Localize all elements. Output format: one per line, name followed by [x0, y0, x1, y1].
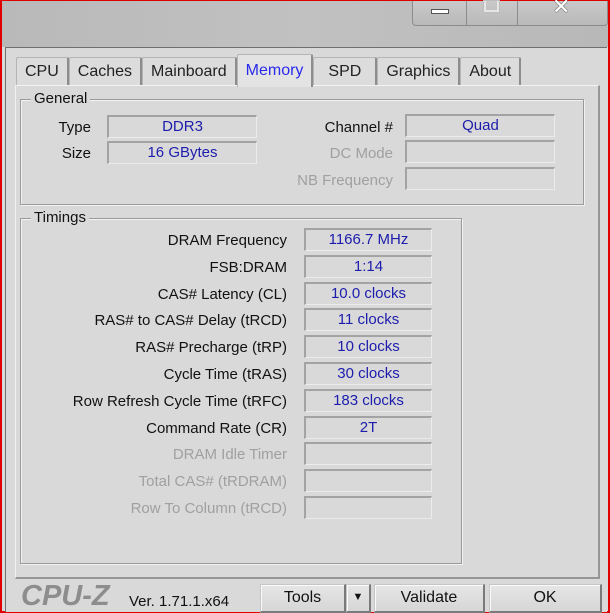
type-value: DDR3: [107, 115, 257, 138]
timing-value: 183 clocks: [304, 388, 432, 412]
cpuz-window: ✕ CPU Caches Mainboard Memory SPD Graphi…: [0, 0, 610, 613]
version-label: Ver. 1.71.1.x64: [129, 593, 230, 610]
tab-spd[interactable]: SPD: [313, 57, 378, 87]
timing-label: DRAM Idle Timer: [172, 446, 287, 464]
tab-cpu[interactable]: CPU: [16, 57, 69, 87]
timings-group: Timings DRAM Frequency 1166.7 MHz FSB:DRAM…: [20, 209, 462, 564]
channel-label: Channel #: [324, 119, 393, 136]
size-label: Size: [61, 145, 91, 162]
caption-buttons: ✕: [412, 0, 608, 26]
timing-label: Row To Column (tRCD): [130, 500, 287, 517]
dropdown-arrow-icon: ▼: [352, 591, 364, 603]
close-button[interactable]: ✕: [518, 0, 607, 25]
footer-bar: CPU-Z Ver. 1.71.1.x64 Tools ▼ Validate O…: [6, 580, 608, 613]
timing-label: Command Rate (CR): [146, 419, 287, 437]
timing-label: CAS# Latency (CL): [157, 285, 287, 303]
timing-label: RAS# to CAS# Delay (tRCD): [94, 312, 287, 330]
title-bar[interactable]: ✕: [2, 0, 608, 47]
validate-button[interactable]: Validate: [374, 584, 485, 613]
tools-button[interactable]: Tools: [260, 584, 346, 613]
tab-caches[interactable]: Caches: [68, 57, 143, 87]
timing-value: 1166.7 MHz: [304, 228, 432, 251]
timing-value: 11 clocks: [304, 308, 432, 332]
timing-label: Cycle Time (tRAS): [163, 366, 287, 383]
nb-frequency-value: [405, 167, 555, 190]
nb-frequency-label: NB Frequency: [297, 172, 393, 189]
timing-label: FSB:DRAM: [209, 258, 287, 276]
tools-dropdown-button[interactable]: ▼: [346, 584, 371, 613]
tab-memory[interactable]: Memory: [236, 54, 314, 87]
maximize-button[interactable]: [467, 0, 518, 25]
timing-value: 1:14: [304, 254, 432, 278]
dc-mode-value: [405, 140, 555, 163]
timing-label: Total CAS# (tRDRAM): [138, 473, 287, 491]
tab-bar: CPU Caches Mainboard Memory SPD Graphics…: [16, 54, 522, 87]
timing-value: 10.0 clocks: [304, 281, 432, 305]
timing-label: RAS# Precharge (tRP): [135, 339, 287, 357]
cpuz-logo: CPU-Z: [21, 580, 110, 612]
minimize-icon: [431, 9, 449, 14]
timing-value: [304, 442, 432, 466]
timing-value: 2T: [304, 415, 432, 439]
memory-tab-panel: General Type DDR3 Size 16 GBytes Channel…: [15, 85, 600, 579]
dc-mode-label: DC Mode: [329, 145, 393, 162]
size-value: 16 GBytes: [107, 141, 257, 164]
tab-about[interactable]: About: [460, 57, 522, 87]
general-group-title: General: [31, 90, 91, 107]
type-label: Type: [58, 119, 91, 136]
timing-label: DRAM Frequency: [167, 232, 287, 249]
ok-button[interactable]: OK: [489, 584, 602, 613]
timing-value: 30 clocks: [304, 362, 432, 385]
timings-group-title: Timings: [31, 209, 89, 226]
timing-value: [304, 496, 432, 519]
maximize-icon: [483, 0, 500, 13]
client-area: CPU Caches Mainboard Memory SPD Graphics…: [5, 47, 608, 613]
close-icon: ✕: [552, 0, 571, 20]
general-group: General Type DDR3 Size 16 GBytes Channel…: [20, 90, 584, 205]
channel-value: Quad: [405, 114, 555, 137]
minimize-button[interactable]: [413, 1, 467, 25]
timing-value: [304, 469, 432, 493]
tab-mainboard[interactable]: Mainboard: [142, 57, 237, 87]
tab-graphics[interactable]: Graphics: [377, 57, 461, 87]
timing-value: 10 clocks: [304, 335, 432, 359]
timing-label: Row Refresh Cycle Time (tRFC): [72, 392, 287, 410]
